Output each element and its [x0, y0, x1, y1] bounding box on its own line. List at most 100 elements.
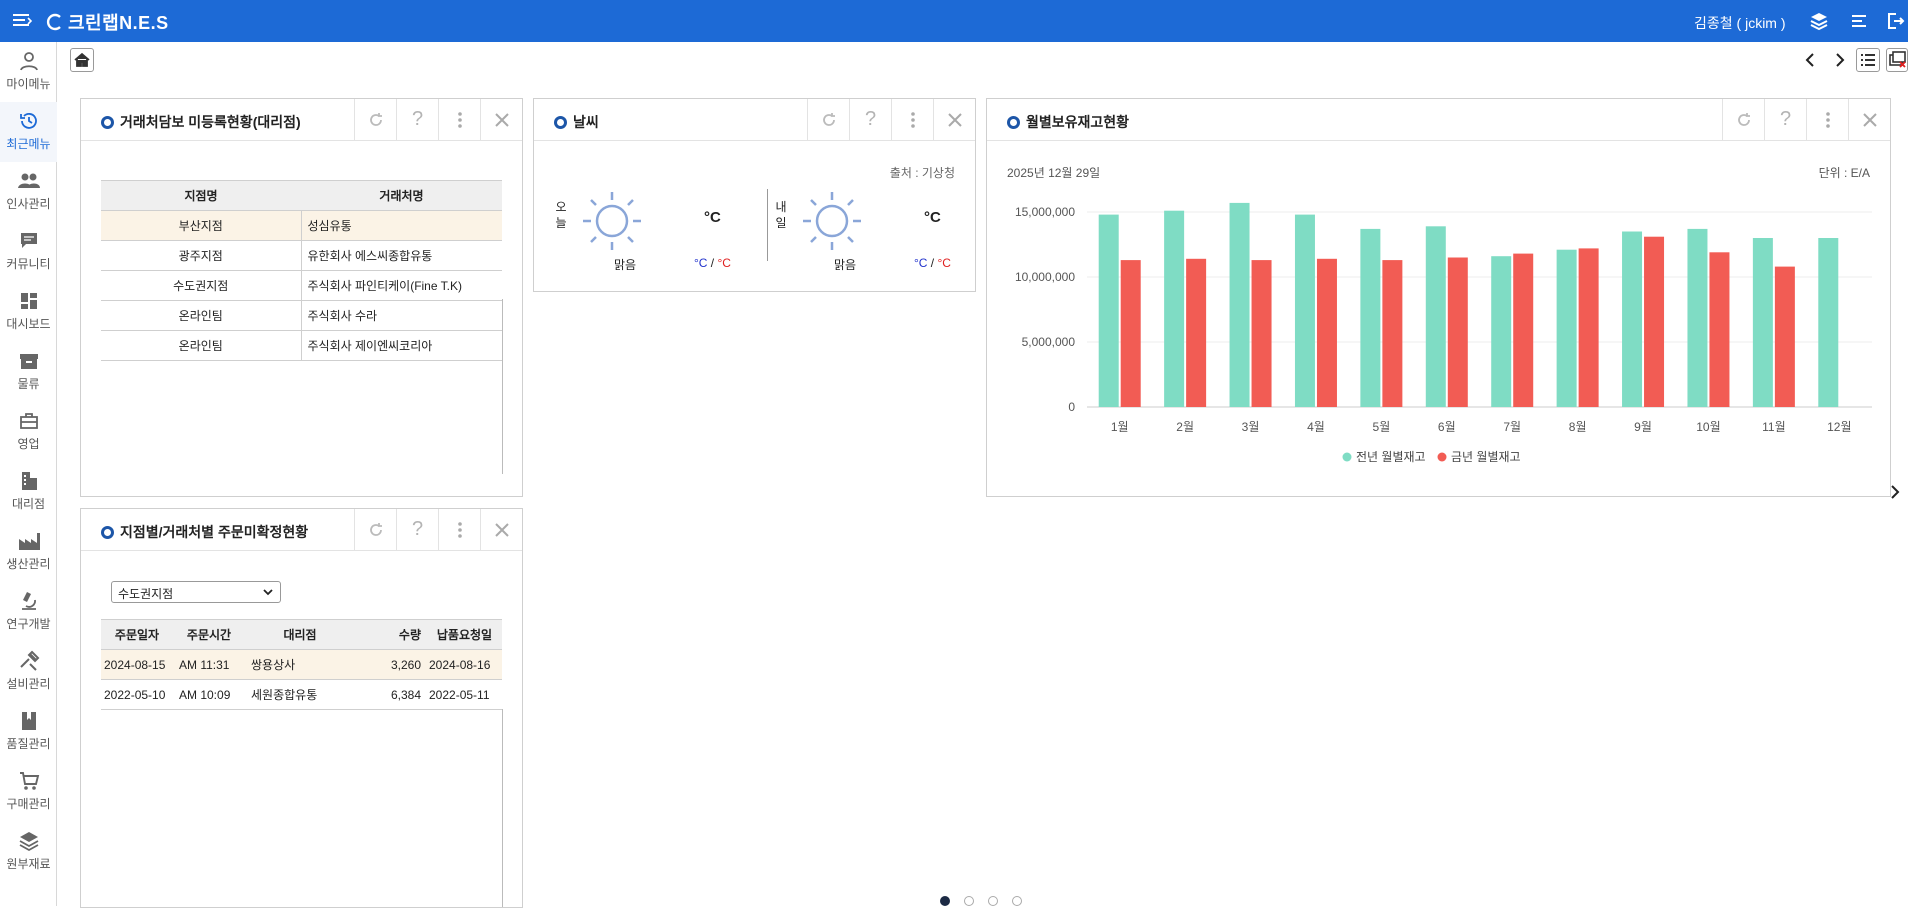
sidebar-item-logistics[interactable]: 물류	[0, 342, 57, 402]
close-icon[interactable]	[480, 99, 522, 140]
help-icon[interactable]: ?	[1764, 99, 1806, 140]
weather-condition: 맑음	[834, 258, 857, 272]
sidebar-item-rnd[interactable]: 연구개발	[0, 582, 57, 642]
sidebar-item-purchase[interactable]: 구매관리	[0, 762, 57, 822]
sidebar-item-quality[interactable]: 품질관리	[0, 702, 57, 762]
sidebar-item-production[interactable]: 생산관리	[0, 522, 57, 582]
table-row[interactable]: 광주지점 유한회사 에스씨종합유통	[101, 240, 502, 271]
orders-table: 주문일자 주문시간 대리점 수량 납품요청일 2024-08-15 AM 11:…	[101, 619, 502, 710]
sidebar-item-equipment[interactable]: 설비관리	[0, 642, 57, 702]
refresh-icon[interactable]	[1722, 99, 1764, 140]
table-row[interactable]: 온라인팀 주식회사 제이엔씨코리아	[101, 330, 502, 361]
pager-dot-2[interactable]	[964, 896, 974, 906]
column-header: 주문일자	[101, 619, 173, 650]
refresh-icon[interactable]	[354, 99, 396, 140]
sidebar-item-sales[interactable]: 영업	[0, 402, 57, 462]
title-bullet-icon	[101, 525, 114, 539]
chart-bar	[1622, 231, 1643, 407]
close-icon[interactable]	[1848, 99, 1890, 140]
sidebar-item-my-menu[interactable]: 마이메뉴	[0, 42, 57, 102]
table-row[interactable]: 2022-05-10 AM 10:09 세원종합유통 6,384 2022-05…	[101, 679, 502, 710]
chart-date: 2025년 12월 29일	[1007, 166, 1101, 180]
temperature: °C	[704, 209, 721, 226]
x-tick-label: 7월	[1503, 420, 1521, 434]
legend-marker	[1342, 452, 1352, 462]
refresh-icon[interactable]	[807, 99, 849, 140]
y-tick-label: 10,000,000	[1015, 270, 1075, 284]
orders-widget: 지점별/거래처별 주문미확정현황 ? 수도권지점 주문일자 주문시간 대리점 수…	[80, 508, 523, 908]
help-icon[interactable]: ?	[849, 99, 891, 140]
logo-icon	[46, 13, 61, 31]
table-row[interactable]: 부산지점 성심유통	[101, 210, 502, 241]
table-row[interactable]: 2024-08-15 AM 11:31 쌍용상사 3,260 2024-08-1…	[101, 649, 502, 680]
next-arrow-icon[interactable]	[1828, 48, 1852, 72]
app-logo[interactable]: 크린랩N.E.S	[46, 9, 169, 35]
close-windows-icon[interactable]	[1886, 48, 1908, 72]
user-name[interactable]: 김종철 ( jckim )	[1694, 13, 1786, 33]
sidebar-item-community[interactable]: 커뮤니티	[0, 222, 57, 282]
close-icon[interactable]	[933, 99, 975, 140]
sidebar-item-label: 대시보드	[6, 317, 51, 331]
refresh-icon[interactable]	[354, 509, 396, 550]
prev-arrow-icon[interactable]	[1798, 48, 1822, 72]
chart-bar	[1294, 214, 1315, 407]
layers-icon[interactable]	[1808, 10, 1832, 32]
cell-client: 주식회사 파인티케이(Fine T.K)	[301, 270, 502, 301]
max-temp: °C	[937, 256, 951, 270]
weather-today: 오늘 °C 맑음 °C / °C	[554, 189, 754, 279]
chart-bar	[1360, 228, 1381, 407]
weather-condition: 맑음	[614, 258, 637, 272]
cell-client: 주식회사 수라	[301, 300, 502, 331]
sidebar-item-recent-menu[interactable]: 최근메뉴	[0, 102, 57, 162]
cell-order-time: AM 11:31	[173, 649, 245, 680]
x-tick-label: 1월	[1111, 420, 1129, 434]
sidebar-item-label: 최근메뉴	[6, 137, 51, 151]
scrollbar[interactable]	[502, 299, 503, 474]
x-tick-label: 8월	[1569, 420, 1587, 434]
home-button[interactable]	[70, 48, 94, 72]
cell-delivery-date: 2022-05-11	[427, 679, 502, 710]
chat-icon	[20, 233, 37, 248]
weather-widget: 날씨 ? 출처 : 기상청 오늘 °C 맑음 °C / °C 내일 °C 맑음 …	[533, 98, 976, 292]
widget-next-arrow-icon[interactable]	[1888, 482, 1902, 502]
list-menu-icon[interactable]	[1848, 10, 1872, 32]
menu-toggle-icon[interactable]	[10, 9, 34, 33]
scrollbar[interactable]	[502, 709, 503, 907]
tab-list-icon[interactable]	[1856, 48, 1880, 72]
dashboard-pager	[940, 896, 1022, 906]
chart-bar	[1687, 228, 1708, 407]
help-icon[interactable]: ?	[396, 99, 438, 140]
sidebar-item-hr[interactable]: 인사관리	[0, 162, 57, 222]
column-header: 수량	[355, 619, 427, 650]
chart-bar	[1098, 214, 1119, 407]
more-icon[interactable]	[891, 99, 933, 140]
close-icon[interactable]	[480, 509, 522, 550]
sidebar-item-agency[interactable]: 대리점	[0, 462, 57, 522]
sidebar-item-label: 마이메뉴	[6, 77, 51, 91]
pager-dot-4[interactable]	[1012, 896, 1022, 906]
more-icon[interactable]	[438, 99, 480, 140]
more-icon[interactable]	[1806, 99, 1848, 140]
sidebar-item-dashboard[interactable]: 대시보드	[0, 282, 57, 342]
table-row[interactable]: 온라인팀 주식회사 수라	[101, 300, 502, 331]
inventory-bar-chart: 0 5,000,000 10,000,000 15,000,000 1월 2월 3월 4월 5월…	[1015, 202, 1872, 464]
sidebar-item-label: 품질관리	[6, 737, 51, 751]
min-max-temp: °C / °C	[914, 256, 951, 270]
branch-select[interactable]: 수도권지점	[111, 581, 281, 603]
chart-bar	[1752, 238, 1773, 407]
widget-title: 날씨	[554, 112, 599, 132]
help-icon[interactable]: ?	[396, 509, 438, 550]
min-temp: °C	[914, 256, 928, 270]
sidebar-item-label: 설비관리	[6, 677, 51, 691]
pager-dot-3[interactable]	[988, 896, 998, 906]
sidebar-item-materials[interactable]: 원부재료	[0, 822, 57, 882]
sidebar-item-label: 영업	[17, 437, 40, 451]
logout-icon[interactable]	[1884, 10, 1908, 32]
more-icon[interactable]	[438, 509, 480, 550]
x-tick-label: 6월	[1438, 420, 1456, 434]
table-row[interactable]: 수도권지점 주식회사 파인티케이(Fine T.K)	[101, 270, 502, 301]
x-tick-label: 3월	[1242, 420, 1260, 434]
pager-dot-1[interactable]	[940, 896, 950, 906]
y-tick-label: 5,000,000	[1022, 335, 1076, 349]
title-bullet-icon	[554, 115, 567, 129]
